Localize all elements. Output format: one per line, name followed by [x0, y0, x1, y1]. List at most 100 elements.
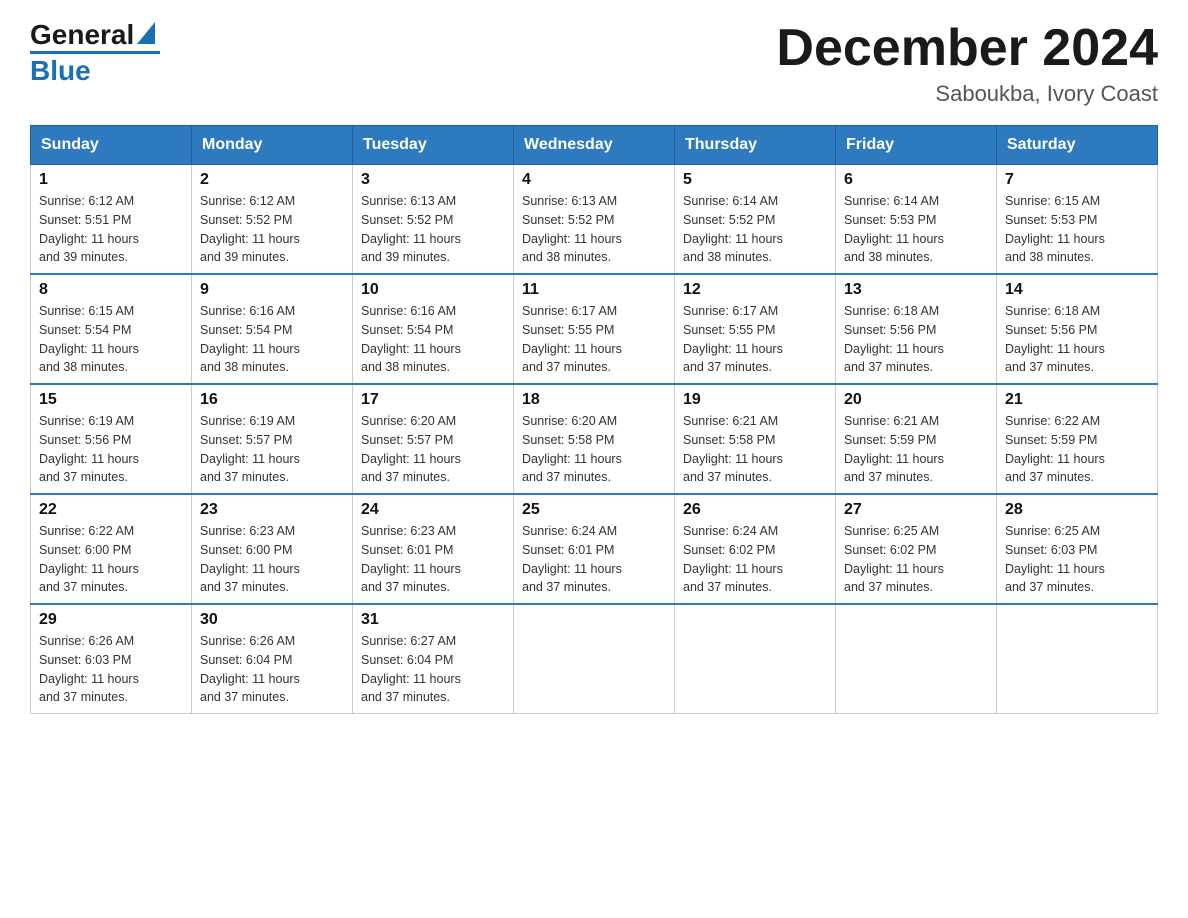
table-row: 10 Sunrise: 6:16 AMSunset: 5:54 PMDaylig…	[353, 274, 514, 384]
table-row: 20 Sunrise: 6:21 AMSunset: 5:59 PMDaylig…	[836, 384, 997, 494]
day-info: Sunrise: 6:13 AMSunset: 5:52 PMDaylight:…	[522, 194, 622, 264]
day-number: 30	[200, 611, 344, 629]
day-number: 26	[683, 501, 827, 519]
table-row	[997, 604, 1158, 714]
day-info: Sunrise: 6:22 AMSunset: 6:00 PMDaylight:…	[39, 524, 139, 594]
calendar-week-row: 22 Sunrise: 6:22 AMSunset: 6:00 PMDaylig…	[31, 494, 1158, 604]
table-row: 17 Sunrise: 6:20 AMSunset: 5:57 PMDaylig…	[353, 384, 514, 494]
day-number: 8	[39, 281, 183, 299]
table-row: 23 Sunrise: 6:23 AMSunset: 6:00 PMDaylig…	[192, 494, 353, 604]
table-row: 30 Sunrise: 6:26 AMSunset: 6:04 PMDaylig…	[192, 604, 353, 714]
day-info: Sunrise: 6:16 AMSunset: 5:54 PMDaylight:…	[200, 304, 300, 374]
table-row: 22 Sunrise: 6:22 AMSunset: 6:00 PMDaylig…	[31, 494, 192, 604]
table-row: 26 Sunrise: 6:24 AMSunset: 6:02 PMDaylig…	[675, 494, 836, 604]
day-info: Sunrise: 6:15 AMSunset: 5:54 PMDaylight:…	[39, 304, 139, 374]
day-number: 31	[361, 611, 505, 629]
header-monday: Monday	[192, 126, 353, 165]
table-row: 2 Sunrise: 6:12 AMSunset: 5:52 PMDayligh…	[192, 165, 353, 275]
table-row: 15 Sunrise: 6:19 AMSunset: 5:56 PMDaylig…	[31, 384, 192, 494]
day-number: 4	[522, 171, 666, 189]
day-number: 5	[683, 171, 827, 189]
table-row: 28 Sunrise: 6:25 AMSunset: 6:03 PMDaylig…	[997, 494, 1158, 604]
day-number: 22	[39, 501, 183, 519]
subtitle: Saboukba, Ivory Coast	[776, 81, 1158, 107]
header-sunday: Sunday	[31, 126, 192, 165]
table-row: 31 Sunrise: 6:27 AMSunset: 6:04 PMDaylig…	[353, 604, 514, 714]
table-row: 8 Sunrise: 6:15 AMSunset: 5:54 PMDayligh…	[31, 274, 192, 384]
day-number: 28	[1005, 501, 1149, 519]
day-info: Sunrise: 6:23 AMSunset: 6:00 PMDaylight:…	[200, 524, 300, 594]
day-number: 19	[683, 391, 827, 409]
day-number: 12	[683, 281, 827, 299]
day-number: 13	[844, 281, 988, 299]
day-info: Sunrise: 6:14 AMSunset: 5:53 PMDaylight:…	[844, 194, 944, 264]
day-info: Sunrise: 6:26 AMSunset: 6:03 PMDaylight:…	[39, 634, 139, 704]
table-row: 29 Sunrise: 6:26 AMSunset: 6:03 PMDaylig…	[31, 604, 192, 714]
calendar-table: Sunday Monday Tuesday Wednesday Thursday…	[30, 125, 1158, 714]
day-number: 9	[200, 281, 344, 299]
table-row: 13 Sunrise: 6:18 AMSunset: 5:56 PMDaylig…	[836, 274, 997, 384]
day-info: Sunrise: 6:14 AMSunset: 5:52 PMDaylight:…	[683, 194, 783, 264]
day-info: Sunrise: 6:25 AMSunset: 6:02 PMDaylight:…	[844, 524, 944, 594]
header-thursday: Thursday	[675, 126, 836, 165]
header-friday: Friday	[836, 126, 997, 165]
table-row: 3 Sunrise: 6:13 AMSunset: 5:52 PMDayligh…	[353, 165, 514, 275]
calendar-week-row: 15 Sunrise: 6:19 AMSunset: 5:56 PMDaylig…	[31, 384, 1158, 494]
day-info: Sunrise: 6:21 AMSunset: 5:58 PMDaylight:…	[683, 414, 783, 484]
day-info: Sunrise: 6:12 AMSunset: 5:52 PMDaylight:…	[200, 194, 300, 264]
day-info: Sunrise: 6:26 AMSunset: 6:04 PMDaylight:…	[200, 634, 300, 704]
table-row: 24 Sunrise: 6:23 AMSunset: 6:01 PMDaylig…	[353, 494, 514, 604]
logo-underline	[30, 51, 160, 54]
day-info: Sunrise: 6:13 AMSunset: 5:52 PMDaylight:…	[361, 194, 461, 264]
header-saturday: Saturday	[997, 126, 1158, 165]
table-row: 5 Sunrise: 6:14 AMSunset: 5:52 PMDayligh…	[675, 165, 836, 275]
table-row: 25 Sunrise: 6:24 AMSunset: 6:01 PMDaylig…	[514, 494, 675, 604]
day-info: Sunrise: 6:27 AMSunset: 6:04 PMDaylight:…	[361, 634, 461, 704]
logo-blue-text: Blue	[30, 55, 91, 86]
day-info: Sunrise: 6:19 AMSunset: 5:57 PMDaylight:…	[200, 414, 300, 484]
day-info: Sunrise: 6:16 AMSunset: 5:54 PMDaylight:…	[361, 304, 461, 374]
table-row: 11 Sunrise: 6:17 AMSunset: 5:55 PMDaylig…	[514, 274, 675, 384]
day-info: Sunrise: 6:23 AMSunset: 6:01 PMDaylight:…	[361, 524, 461, 594]
day-number: 20	[844, 391, 988, 409]
day-info: Sunrise: 6:15 AMSunset: 5:53 PMDaylight:…	[1005, 194, 1105, 264]
header-wednesday: Wednesday	[514, 126, 675, 165]
calendar-week-row: 1 Sunrise: 6:12 AMSunset: 5:51 PMDayligh…	[31, 165, 1158, 275]
table-row: 4 Sunrise: 6:13 AMSunset: 5:52 PMDayligh…	[514, 165, 675, 275]
day-info: Sunrise: 6:21 AMSunset: 5:59 PMDaylight:…	[844, 414, 944, 484]
day-info: Sunrise: 6:20 AMSunset: 5:58 PMDaylight:…	[522, 414, 622, 484]
day-info: Sunrise: 6:18 AMSunset: 5:56 PMDaylight:…	[844, 304, 944, 374]
day-info: Sunrise: 6:24 AMSunset: 6:02 PMDaylight:…	[683, 524, 783, 594]
logo-triangle-icon	[137, 22, 155, 44]
day-number: 2	[200, 171, 344, 189]
day-info: Sunrise: 6:22 AMSunset: 5:59 PMDaylight:…	[1005, 414, 1105, 484]
day-number: 10	[361, 281, 505, 299]
page-title: December 2024	[776, 20, 1158, 77]
day-number: 6	[844, 171, 988, 189]
day-info: Sunrise: 6:12 AMSunset: 5:51 PMDaylight:…	[39, 194, 139, 264]
day-info: Sunrise: 6:25 AMSunset: 6:03 PMDaylight:…	[1005, 524, 1105, 594]
day-number: 17	[361, 391, 505, 409]
day-info: Sunrise: 6:18 AMSunset: 5:56 PMDaylight:…	[1005, 304, 1105, 374]
table-row: 19 Sunrise: 6:21 AMSunset: 5:58 PMDaylig…	[675, 384, 836, 494]
day-number: 29	[39, 611, 183, 629]
logo: General Blue	[30, 20, 160, 87]
day-info: Sunrise: 6:19 AMSunset: 5:56 PMDaylight:…	[39, 414, 139, 484]
calendar-header-row: Sunday Monday Tuesday Wednesday Thursday…	[31, 126, 1158, 165]
day-info: Sunrise: 6:24 AMSunset: 6:01 PMDaylight:…	[522, 524, 622, 594]
table-row: 1 Sunrise: 6:12 AMSunset: 5:51 PMDayligh…	[31, 165, 192, 275]
day-number: 14	[1005, 281, 1149, 299]
day-number: 21	[1005, 391, 1149, 409]
day-number: 23	[200, 501, 344, 519]
header: General Blue December 2024 Saboukba, Ivo…	[30, 20, 1158, 107]
table-row: 7 Sunrise: 6:15 AMSunset: 5:53 PMDayligh…	[997, 165, 1158, 275]
day-number: 1	[39, 171, 183, 189]
table-row: 14 Sunrise: 6:18 AMSunset: 5:56 PMDaylig…	[997, 274, 1158, 384]
day-number: 15	[39, 391, 183, 409]
day-info: Sunrise: 6:17 AMSunset: 5:55 PMDaylight:…	[683, 304, 783, 374]
table-row	[836, 604, 997, 714]
table-row: 6 Sunrise: 6:14 AMSunset: 5:53 PMDayligh…	[836, 165, 997, 275]
table-row: 18 Sunrise: 6:20 AMSunset: 5:58 PMDaylig…	[514, 384, 675, 494]
table-row: 12 Sunrise: 6:17 AMSunset: 5:55 PMDaylig…	[675, 274, 836, 384]
day-number: 25	[522, 501, 666, 519]
